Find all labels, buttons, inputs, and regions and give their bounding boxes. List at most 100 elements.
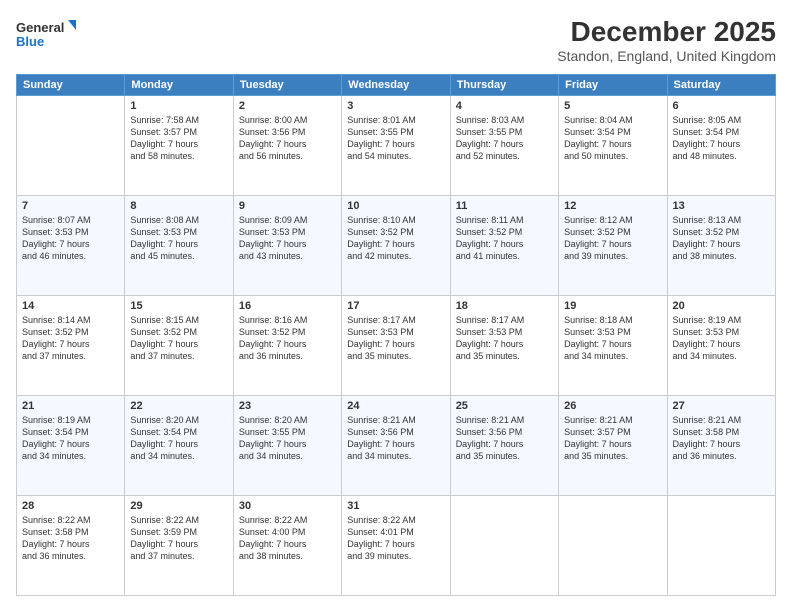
calendar-week-row: 14 Sunrise: 8:14 AMSunset: 3:52 PMDayligh… bbox=[17, 296, 776, 396]
calendar-cell: 16Sunrise: 8:16 AMSunset: 3:52 PMDayligh… bbox=[233, 296, 341, 396]
calendar-cell: 20Sunrise: 8:19 AMSunset: 3:53 PMDayligh… bbox=[667, 296, 775, 396]
cell-info: Sunrise: 8:22 AMSunset: 4:01 PMDaylight:… bbox=[347, 514, 444, 563]
cell-info: Sunrise: 8:07 AMSunset: 3:53 PMDaylight:… bbox=[22, 214, 119, 263]
day-number: 23 bbox=[239, 400, 336, 412]
cell-info: Sunrise: 8:20 AMSunset: 3:55 PMDaylight:… bbox=[239, 414, 336, 463]
calendar-cell: 9 Sunrise: 8:09 AMSunset: 3:53 PMDaylight… bbox=[233, 196, 341, 296]
day-number: 14 bbox=[22, 300, 119, 312]
cell-info: Sunrise: 8:08 AMSunset: 3:53 PMDaylight:… bbox=[130, 214, 227, 263]
day-number: 19 bbox=[564, 300, 661, 312]
calendar-cell: 3 Sunrise: 8:01 AMSunset: 3:55 PMDaylight… bbox=[342, 96, 450, 196]
calendar-cell: 6 Sunrise: 8:05 AMSunset: 3:54 PMDaylight… bbox=[667, 96, 775, 196]
cell-info: Sunrise: 8:22 AMSunset: 3:59 PMDaylight:… bbox=[130, 514, 227, 563]
calendar-day-header: Tuesday bbox=[233, 75, 341, 96]
day-number: 9 bbox=[239, 200, 336, 212]
calendar-cell: 17 Sunrise: 8:17 AMSunset: 3:53 PMDayligh… bbox=[342, 296, 450, 396]
calendar-cell: 18Sunrise: 8:17 AMSunset: 3:53 PMDayligh… bbox=[450, 296, 558, 396]
calendar-cell: 22 Sunrise: 8:20 AMSunset: 3:54 PMDayligh… bbox=[125, 396, 233, 496]
day-number: 7 bbox=[22, 200, 119, 212]
calendar-week-row: 28Sunrise: 8:22 AMSunset: 3:58 PMDayligh… bbox=[17, 496, 776, 596]
calendar-cell: 2 Sunrise: 8:00 AMSunset: 3:56 PMDaylight… bbox=[233, 96, 341, 196]
calendar-cell: 29 Sunrise: 8:22 AMSunset: 3:59 PMDayligh… bbox=[125, 496, 233, 596]
cell-info: Sunrise: 8:05 AMSunset: 3:54 PMDaylight:… bbox=[673, 114, 770, 163]
cell-info: Sunrise: 8:15 AMSunset: 3:52 PMDaylight:… bbox=[130, 314, 227, 363]
day-number: 20 bbox=[673, 300, 770, 312]
cell-info: Sunrise: 8:01 AMSunset: 3:55 PMDaylight:… bbox=[347, 114, 444, 163]
cell-info: Sunrise: 8:19 AMSunset: 3:54 PMDaylight:… bbox=[22, 414, 119, 463]
day-number: 17 bbox=[347, 300, 444, 312]
calendar-cell: 7 Sunrise: 8:07 AMSunset: 3:53 PMDaylight… bbox=[17, 196, 125, 296]
calendar-day-header: Saturday bbox=[667, 75, 775, 96]
cell-info: Sunrise: 8:21 AMSunset: 3:56 PMDaylight:… bbox=[347, 414, 444, 463]
day-number: 8 bbox=[130, 200, 227, 212]
cell-info: Sunrise: 8:12 AMSunset: 3:52 PMDaylight:… bbox=[564, 214, 661, 263]
calendar-cell: 14 Sunrise: 8:14 AMSunset: 3:52 PMDayligh… bbox=[17, 296, 125, 396]
calendar-cell: 12 Sunrise: 8:12 AMSunset: 3:52 PMDayligh… bbox=[559, 196, 667, 296]
day-number: 6 bbox=[673, 100, 770, 112]
cell-info: Sunrise: 7:58 AMSunset: 3:57 PMDaylight:… bbox=[130, 114, 227, 163]
calendar-day-header: Monday bbox=[125, 75, 233, 96]
subtitle: Standon, England, United Kingdom bbox=[557, 48, 776, 64]
calendar-cell: 4 Sunrise: 8:03 AMSunset: 3:55 PMDaylight… bbox=[450, 96, 558, 196]
day-number: 24 bbox=[347, 400, 444, 412]
title-block: December 2025 Standon, England, United K… bbox=[557, 16, 776, 64]
cell-info: Sunrise: 8:14 AMSunset: 3:52 PMDaylight:… bbox=[22, 314, 119, 363]
calendar-week-row: 1Sunrise: 7:58 AMSunset: 3:57 PMDaylight… bbox=[17, 96, 776, 196]
calendar-header-row: SundayMondayTuesdayWednesdayThursdayFrid… bbox=[17, 75, 776, 96]
day-number: 22 bbox=[130, 400, 227, 412]
cell-info: Sunrise: 8:21 AMSunset: 3:58 PMDaylight:… bbox=[673, 414, 770, 463]
day-number: 21 bbox=[22, 400, 119, 412]
cell-info: Sunrise: 8:18 AMSunset: 3:53 PMDaylight:… bbox=[564, 314, 661, 363]
logo-svg: General Blue bbox=[16, 16, 76, 52]
day-number: 2 bbox=[239, 100, 336, 112]
calendar-cell: 15Sunrise: 8:15 AMSunset: 3:52 PMDayligh… bbox=[125, 296, 233, 396]
cell-info: Sunrise: 8:21 AMSunset: 3:57 PMDaylight:… bbox=[564, 414, 661, 463]
calendar-cell: 27Sunrise: 8:21 AMSunset: 3:58 PMDayligh… bbox=[667, 396, 775, 496]
calendar-cell: 1Sunrise: 7:58 AMSunset: 3:57 PMDaylight… bbox=[125, 96, 233, 196]
day-number: 18 bbox=[456, 300, 553, 312]
cell-info: Sunrise: 8:11 AMSunset: 3:52 PMDaylight:… bbox=[456, 214, 553, 263]
calendar-day-header: Wednesday bbox=[342, 75, 450, 96]
calendar-cell: 21 Sunrise: 8:19 AMSunset: 3:54 PMDayligh… bbox=[17, 396, 125, 496]
cell-info: Sunrise: 8:04 AMSunset: 3:54 PMDaylight:… bbox=[564, 114, 661, 163]
cell-info: Sunrise: 8:17 AMSunset: 3:53 PMDaylight:… bbox=[347, 314, 444, 363]
cell-info: Sunrise: 8:03 AMSunset: 3:55 PMDaylight:… bbox=[456, 114, 553, 163]
day-number: 16 bbox=[239, 300, 336, 312]
calendar-week-row: 21 Sunrise: 8:19 AMSunset: 3:54 PMDayligh… bbox=[17, 396, 776, 496]
calendar-cell: 10Sunrise: 8:10 AMSunset: 3:52 PMDayligh… bbox=[342, 196, 450, 296]
calendar-cell bbox=[450, 496, 558, 596]
calendar-cell: 23 Sunrise: 8:20 AMSunset: 3:55 PMDayligh… bbox=[233, 396, 341, 496]
day-number: 3 bbox=[347, 100, 444, 112]
cell-info: Sunrise: 8:22 AMSunset: 4:00 PMDaylight:… bbox=[239, 514, 336, 563]
calendar-week-row: 7 Sunrise: 8:07 AMSunset: 3:53 PMDaylight… bbox=[17, 196, 776, 296]
calendar-cell bbox=[559, 496, 667, 596]
day-number: 4 bbox=[456, 100, 553, 112]
calendar-cell: 30Sunrise: 8:22 AMSunset: 4:00 PMDayligh… bbox=[233, 496, 341, 596]
cell-info: Sunrise: 8:22 AMSunset: 3:58 PMDaylight:… bbox=[22, 514, 119, 563]
day-number: 12 bbox=[564, 200, 661, 212]
day-number: 11 bbox=[456, 200, 553, 212]
cell-info: Sunrise: 8:00 AMSunset: 3:56 PMDaylight:… bbox=[239, 114, 336, 163]
day-number: 5 bbox=[564, 100, 661, 112]
calendar-cell bbox=[667, 496, 775, 596]
header: General Blue December 2025 Standon, Engl… bbox=[16, 16, 776, 64]
calendar-cell: 11 Sunrise: 8:11 AMSunset: 3:52 PMDayligh… bbox=[450, 196, 558, 296]
day-number: 10 bbox=[347, 200, 444, 212]
day-number: 13 bbox=[673, 200, 770, 212]
calendar-cell: 31 Sunrise: 8:22 AMSunset: 4:01 PMDayligh… bbox=[342, 496, 450, 596]
cell-info: Sunrise: 8:09 AMSunset: 3:53 PMDaylight:… bbox=[239, 214, 336, 263]
cell-info: Sunrise: 8:20 AMSunset: 3:54 PMDaylight:… bbox=[130, 414, 227, 463]
svg-text:General: General bbox=[16, 20, 64, 35]
day-number: 29 bbox=[130, 500, 227, 512]
calendar-day-header: Thursday bbox=[450, 75, 558, 96]
cell-info: Sunrise: 8:13 AMSunset: 3:52 PMDaylight:… bbox=[673, 214, 770, 263]
cell-info: Sunrise: 8:21 AMSunset: 3:56 PMDaylight:… bbox=[456, 414, 553, 463]
day-number: 25 bbox=[456, 400, 553, 412]
calendar-cell: 26Sunrise: 8:21 AMSunset: 3:57 PMDayligh… bbox=[559, 396, 667, 496]
day-number: 31 bbox=[347, 500, 444, 512]
calendar-cell: 24 Sunrise: 8:21 AMSunset: 3:56 PMDayligh… bbox=[342, 396, 450, 496]
page: General Blue December 2025 Standon, Engl… bbox=[0, 0, 792, 612]
calendar-day-header: Friday bbox=[559, 75, 667, 96]
calendar-cell: 28Sunrise: 8:22 AMSunset: 3:58 PMDayligh… bbox=[17, 496, 125, 596]
calendar-cell bbox=[17, 96, 125, 196]
